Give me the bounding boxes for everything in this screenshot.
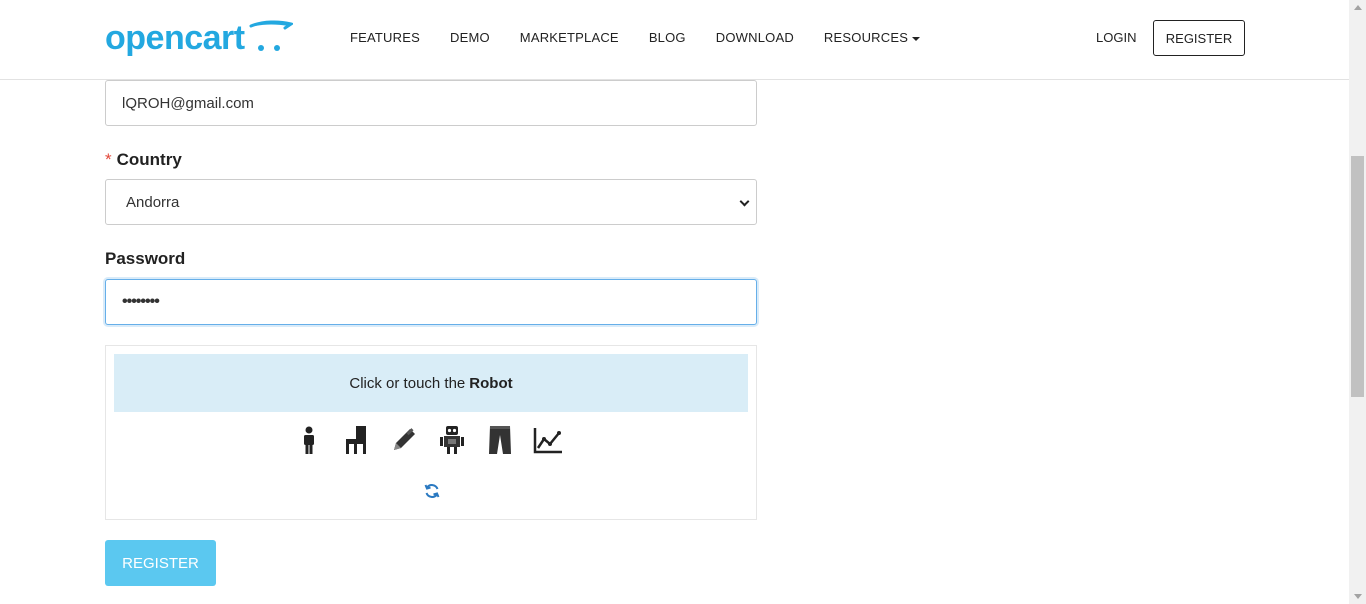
person-icon[interactable] [293, 424, 325, 456]
chair-icon[interactable] [340, 424, 372, 456]
country-label-text: Country [116, 150, 182, 169]
main-nav: FEATURES DEMO MARKETPLACE BLOG DOWNLOAD … [350, 30, 950, 45]
country-selected-value: Andorra [126, 193, 180, 211]
captcha-icon-row [106, 424, 758, 456]
captcha-target: Robot [469, 374, 513, 392]
refresh-icon[interactable] [424, 483, 440, 499]
nav-demo[interactable]: DEMO [450, 30, 490, 45]
password-field[interactable]: •••••••• [105, 279, 757, 325]
chevron-down-icon [739, 196, 750, 207]
country-select[interactable]: Andorra [105, 179, 757, 225]
scrollbar[interactable] [1349, 0, 1366, 604]
line-chart-icon[interactable] [532, 424, 564, 456]
nav-features[interactable]: FEATURES [350, 30, 420, 45]
pencil-icon[interactable] [388, 424, 420, 456]
captcha-box: Click or touch the Robot [105, 345, 757, 520]
country-label: * Country [105, 150, 182, 170]
register-submit-button[interactable]: REGISTER [105, 540, 216, 586]
pants-icon[interactable] [484, 424, 516, 456]
logo-text: opencart [105, 19, 245, 57]
email-field[interactable]: lQROH@gmail.com [105, 80, 757, 126]
captcha-prompt-text: Click or touch the [349, 374, 466, 392]
scroll-up-icon[interactable] [1354, 5, 1362, 10]
top-navbar: opencart FEATURES DEMO MARKETPLACE BLOG … [0, 0, 1349, 80]
nav-resources[interactable]: RESOURCES [823, 30, 921, 45]
required-marker: * [105, 150, 112, 169]
caret-down-icon [912, 36, 921, 41]
nav-marketplace[interactable]: MARKETPLACE [520, 30, 619, 45]
opencart-logo[interactable]: opencart [105, 18, 293, 58]
password-label: Password [105, 249, 186, 268]
nav-download[interactable]: DOWNLOAD [716, 30, 794, 45]
scroll-down-icon[interactable] [1354, 594, 1362, 599]
login-link[interactable]: LOGIN [1096, 30, 1136, 45]
robot-icon[interactable] [436, 424, 468, 456]
captcha-prompt: Click or touch the Robot [114, 354, 748, 412]
scroll-thumb[interactable] [1351, 156, 1364, 397]
nav-register-button[interactable]: REGISTER [1153, 20, 1245, 56]
cart-logo-icon [249, 20, 293, 51]
nav-resources-label: RESOURCES [823, 30, 909, 45]
nav-blog[interactable]: BLOG [649, 30, 686, 45]
